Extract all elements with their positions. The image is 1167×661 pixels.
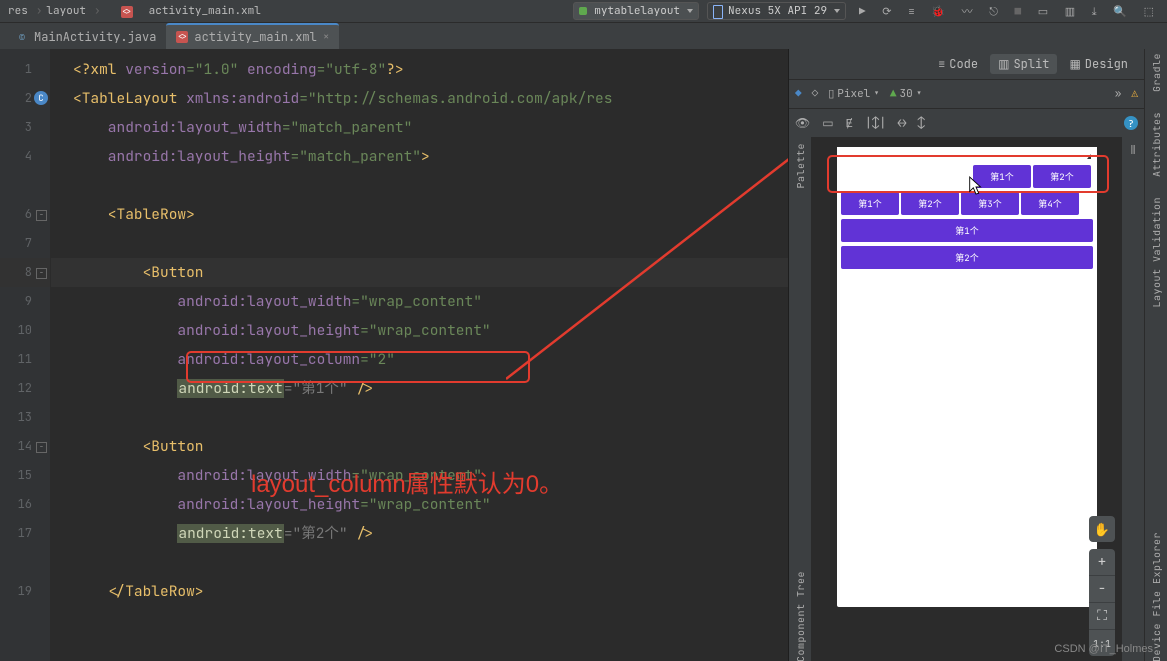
- preview-button[interactable]: 第4个: [1021, 192, 1079, 215]
- preview-button[interactable]: 第2个: [901, 192, 959, 215]
- design-toolbar-1: ◆ ◇ ▯ Pixel ▾ ▲ 30 ▾ » ⚠: [789, 80, 1144, 108]
- editor-tabs: ©MainActivity.java <>activity_main.xml×: [0, 23, 1167, 49]
- api-picker[interactable]: ▲ 30 ▾: [890, 87, 922, 101]
- zoom-in-button[interactable]: +: [1089, 549, 1115, 576]
- run-icon[interactable]: ▶: [859, 5, 866, 19]
- apply-changes-icon[interactable]: ⟳: [882, 5, 891, 19]
- zoom-out-button[interactable]: −: [1089, 576, 1115, 603]
- line-number-gutter: 1 2C 34 6− 7 8− 910111213 14− 15161719: [0, 49, 51, 661]
- help-icon[interactable]: ?: [1124, 116, 1138, 130]
- table-row: 第2个: [841, 246, 1093, 269]
- layout-preview[interactable]: 第1个 第2个 第1个 第2个 第3个 第4个 第1个: [812, 137, 1121, 661]
- device-file-explorer-tab[interactable]: Device File Explorer: [1150, 532, 1163, 661]
- autoconnect-icon[interactable]: Ɇ: [846, 115, 853, 131]
- more-icon[interactable]: »: [1115, 87, 1122, 101]
- sync-icon[interactable]: ⤓: [1092, 5, 1097, 19]
- design-toolbar-2: 👁 ▭ Ɇ |↕| ↔ ↕ ?: [789, 108, 1144, 137]
- tab-activity-main[interactable]: <>activity_main.xml×: [166, 23, 339, 49]
- xml-file-icon: <>: [111, 0, 143, 22]
- close-icon[interactable]: ×: [323, 30, 330, 44]
- fold-icon[interactable]: −: [36, 442, 47, 453]
- crumb-file[interactable]: activity_main.xml: [149, 4, 261, 18]
- run-config-dropdown[interactable]: mytablelayout: [573, 2, 699, 20]
- palette-tab[interactable]: Palette: [794, 143, 807, 189]
- attributes-toggle-icon[interactable]: ⫼: [1131, 143, 1136, 156]
- watermark: CSDN @IT_Holmes: [1054, 643, 1153, 655]
- device-picker[interactable]: ▯ Pixel ▾: [828, 87, 880, 101]
- vguide-icon[interactable]: ↕: [918, 115, 925, 131]
- toolbar-run-icons: ▶ ⟳ ≡ 🐞 〰 ⎋ ■ ▭ ▥ ⤓ 🔍 ⬚: [854, 3, 1159, 19]
- warning-icon[interactable]: ⚠: [1131, 87, 1138, 101]
- design-panel: ≡ Code ▥ Split ▦ Design ◆ ◇ ▯ Pixel ▾ ▲ …: [788, 49, 1144, 661]
- profiler-icon[interactable]: 〰: [962, 5, 973, 19]
- right-tool-ribbon-inner: ⫼: [1121, 137, 1144, 661]
- attributes-tab[interactable]: Attributes: [1150, 112, 1163, 177]
- zoom-fit-button[interactable]: ⛶: [1089, 603, 1115, 630]
- class-gutter-icon[interactable]: C: [34, 91, 48, 105]
- sdk-icon[interactable]: ▥: [1065, 5, 1075, 19]
- design-view-button[interactable]: ▦ Design: [1061, 54, 1136, 74]
- annotation-box-code: [186, 351, 530, 383]
- margins-icon[interactable]: |↕|: [865, 115, 887, 131]
- device-frame: 第1个 第2个 第1个 第2个 第3个 第4个 第1个: [837, 147, 1097, 607]
- view-mode-bar: ≡ Code ▥ Split ▦ Design: [789, 49, 1144, 80]
- pan-button[interactable]: ✋: [1089, 516, 1115, 542]
- gradle-tab[interactable]: Gradle: [1150, 53, 1163, 92]
- preview-button[interactable]: 第1个: [841, 192, 899, 215]
- crumb-layout[interactable]: layout: [46, 4, 86, 18]
- breadcrumb-bar: res› layout› <> activity_main.xml mytabl…: [0, 0, 1167, 23]
- avd-icon[interactable]: ▭: [1038, 5, 1048, 19]
- xml-icon: <>: [176, 31, 188, 43]
- crumb-res[interactable]: res: [8, 4, 28, 18]
- hguide-icon[interactable]: ↔: [898, 115, 905, 131]
- code-editor[interactable]: <?xml version="1.0" encoding="utf-8"?> <…: [51, 49, 788, 661]
- layout-validation-tab[interactable]: Layout Validation: [1150, 197, 1163, 308]
- search-icon[interactable]: 🔍: [1113, 5, 1127, 19]
- left-tool-ribbon: Palette Component Tree: [789, 137, 812, 661]
- table-row: 第1个: [841, 219, 1093, 242]
- orientation-icon[interactable]: ◇: [812, 87, 819, 101]
- debug-icon[interactable]: 🐞: [931, 5, 945, 19]
- preview-button[interactable]: 第2个: [841, 246, 1093, 269]
- device-target-dropdown[interactable]: Nexus 5X API 29: [707, 2, 846, 20]
- java-icon: ©: [16, 31, 28, 43]
- component-tree-tab[interactable]: Component Tree: [794, 571, 807, 661]
- fold-icon[interactable]: −: [36, 210, 47, 221]
- stop-icon[interactable]: ■: [1015, 5, 1022, 19]
- cursor-icon: [967, 175, 985, 197]
- settings-icon[interactable]: ⬚: [1144, 5, 1154, 19]
- fold-icon[interactable]: −: [36, 268, 47, 279]
- split-view-button[interactable]: ▥ Split: [990, 54, 1057, 74]
- apply-code-icon[interactable]: ≡: [908, 5, 915, 19]
- attach-icon[interactable]: ⎋: [989, 5, 998, 19]
- palette-icon[interactable]: ◆: [795, 87, 802, 101]
- code-view-button[interactable]: ≡ Code: [930, 54, 986, 74]
- ide-right-ribbon: Gradle Attributes Layout Validation Devi…: [1144, 49, 1167, 661]
- zoom-controls: + − ⛶ 1:1: [1089, 549, 1115, 656]
- eye-icon[interactable]: 👁: [795, 115, 810, 131]
- tab-mainactivity[interactable]: ©MainActivity.java: [6, 23, 166, 49]
- preview-button[interactable]: 第1个: [841, 219, 1093, 242]
- blueprint-icon[interactable]: ▭: [822, 115, 833, 131]
- annotation-text: layout_column属性默认为0。: [251, 464, 563, 499]
